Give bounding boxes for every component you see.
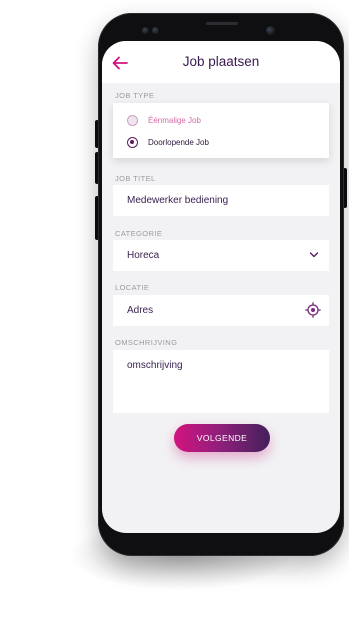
job-title-label: JOB TITEL — [115, 174, 156, 183]
front-camera-icon — [266, 26, 275, 35]
page-title: Job plaatsen — [182, 54, 260, 69]
next-button[interactable]: VOLGENDE — [174, 424, 270, 452]
location-label: LOCATIE — [115, 283, 150, 292]
radio-option-doorlopende-job[interactable]: Doorlopende Job — [127, 134, 209, 150]
app-header: Job plaatsen — [102, 41, 340, 83]
target-icon[interactable] — [305, 302, 321, 318]
job-title-value: Medewerker bediening — [127, 195, 229, 206]
proximity-sensor — [142, 27, 149, 34]
app-screen: Job plaatsen JOB TYPE Éénmalige Job Door… — [102, 41, 340, 533]
radio-option-eenmalige-job[interactable]: Éénmalige Job — [127, 112, 201, 128]
location-placeholder: Adres — [127, 305, 154, 316]
job-title-field[interactable]: Medewerker bediening — [113, 185, 329, 216]
radio-button-checked[interactable] — [127, 136, 138, 148]
device-mockup: Job plaatsen JOB TYPE Éénmalige Job Door… — [0, 0, 349, 635]
category-label: CATEGORIE — [115, 229, 163, 238]
category-value: Horeca — [127, 250, 160, 261]
job-type-label: JOB TYPE — [115, 91, 155, 100]
description-placeholder: omschrijving — [127, 360, 183, 371]
location-field[interactable]: Adres — [113, 295, 329, 326]
radio-option-label: Éénmalige Job — [148, 115, 201, 125]
description-textarea[interactable]: omschrijving — [113, 350, 329, 413]
earpiece-speaker — [206, 22, 238, 25]
iris-sensor — [152, 27, 159, 34]
description-label: OMSCHRIJVING — [115, 338, 178, 347]
job-type-card: Éénmalige Job Doorlopende Job — [113, 103, 329, 158]
chevron-down-icon[interactable] — [309, 251, 319, 259]
category-dropdown[interactable]: Horeca — [113, 240, 329, 271]
phone-frame: Job plaatsen JOB TYPE Éénmalige Job Door… — [98, 13, 344, 556]
radio-button-unchecked[interactable] — [127, 114, 138, 126]
radio-option-label: Doorlopende Job — [148, 137, 209, 147]
